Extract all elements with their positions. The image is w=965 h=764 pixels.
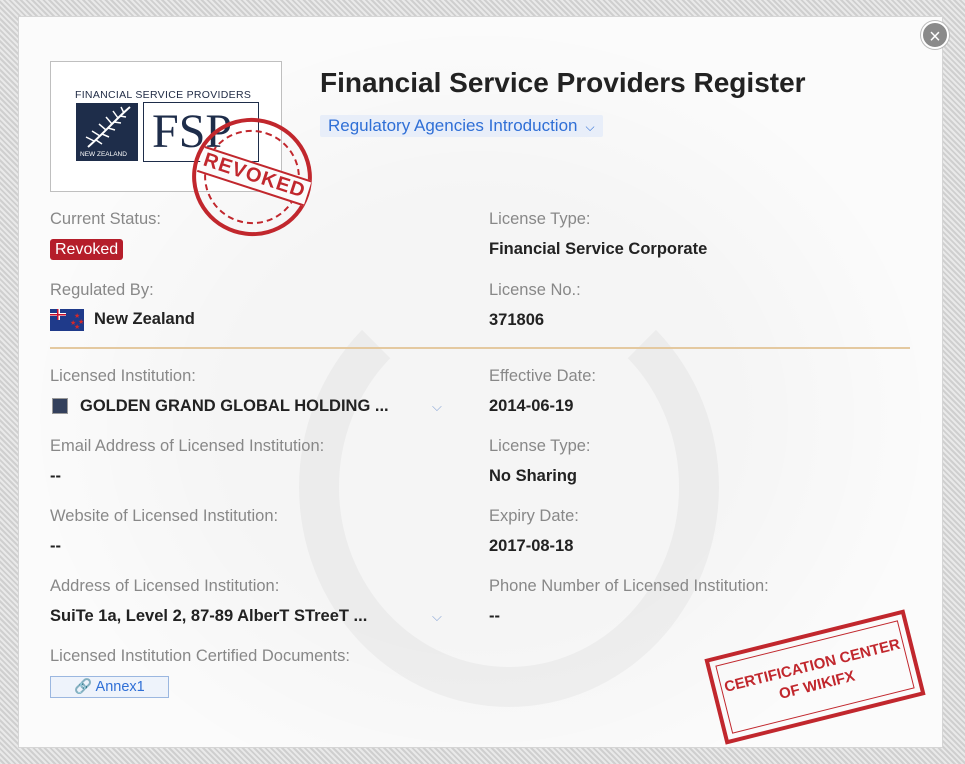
status-badge: Revoked xyxy=(50,239,124,260)
fern-logo-icon: NEW ZEALAND xyxy=(76,103,138,161)
phone-label: Phone Number of Licensed Institution: xyxy=(489,577,769,595)
link-icon: 🔗 xyxy=(74,679,93,695)
address-value[interactable]: SuiTe 1a, Level 2, 87-89 AlberT STreeT .… xyxy=(50,607,367,626)
email-value: -- xyxy=(50,467,61,485)
current-status-label: Current Status: xyxy=(50,210,161,228)
regulated-by-label: Regulated By: xyxy=(50,281,154,299)
flag-star: ★ xyxy=(74,324,81,331)
phone-value: -- xyxy=(489,607,500,625)
regulatory-link-label: Regulatory Agencies Introduction xyxy=(328,116,578,135)
union-jack-canton xyxy=(50,309,66,320)
expiry-date-label: Expiry Date: xyxy=(489,507,579,525)
chevron-down-icon[interactable]: ⌵ xyxy=(432,609,442,625)
section-divider xyxy=(50,347,910,349)
license-type-2-label: License Type: xyxy=(489,437,591,455)
address-label: Address of Licensed Institution: xyxy=(50,577,280,595)
annex-label: Annex1 xyxy=(95,679,145,695)
certified-documents-label: Licensed Institution Certified Documents… xyxy=(50,647,350,665)
license-type-2-value: No Sharing xyxy=(489,467,578,485)
regulated-by-value: New Zealand xyxy=(94,310,195,328)
expiry-date-value: 2017-08-18 xyxy=(489,537,574,555)
fern-icon xyxy=(85,106,131,148)
licensed-institution-label: Licensed Institution: xyxy=(50,367,196,385)
logo-country-text: NEW ZEALAND xyxy=(80,151,127,158)
effective-date-label: Effective Date: xyxy=(489,367,597,385)
license-no-label: License No.: xyxy=(489,281,581,299)
website-value: -- xyxy=(50,537,61,555)
logo-caption: FINANCIAL SERVICE PROVIDERS xyxy=(75,89,252,101)
license-type-label: License Type: xyxy=(489,210,591,228)
chevron-down-icon: ⌵ xyxy=(585,120,595,134)
new-zealand-flag-icon: ★ ★ ★ ★ xyxy=(50,309,84,331)
effective-date-value: 2014-06-19 xyxy=(489,397,574,415)
close-icon: × xyxy=(929,26,941,48)
laurel-watermark xyxy=(299,267,719,707)
page-title: Financial Service Providers Register xyxy=(320,67,806,98)
license-type-value: Financial Service Corporate xyxy=(489,240,708,258)
chevron-down-icon[interactable]: ⌵ xyxy=(432,399,442,415)
license-no-value: 371806 xyxy=(489,311,545,329)
email-label: Email Address of Licensed Institution: xyxy=(50,437,325,455)
close-button[interactable]: × xyxy=(921,21,949,49)
licensed-institution-value[interactable]: GOLDEN GRAND GLOBAL HOLDING ... xyxy=(80,397,389,416)
regulatory-agencies-link[interactable]: Regulatory Agencies Introduction ⌵ xyxy=(320,115,603,137)
annex-button[interactable]: 🔗 Annex1 xyxy=(50,676,169,698)
website-label: Website of Licensed Institution: xyxy=(50,507,279,525)
institution-logo-icon xyxy=(52,398,68,414)
